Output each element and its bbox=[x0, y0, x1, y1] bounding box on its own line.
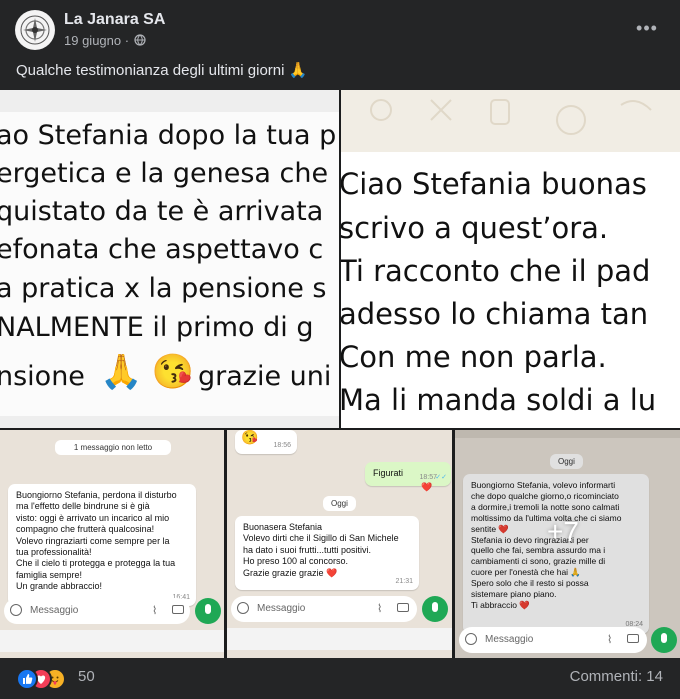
message-time: 18:56 bbox=[273, 441, 291, 449]
photo-2-line: Con me non parla. bbox=[341, 340, 607, 374]
message-line: visto: oggi è arrivato un incarico al mi… bbox=[16, 512, 170, 523]
message-line: famiglia sempre! bbox=[16, 569, 83, 580]
page-name[interactable]: La Janara SA bbox=[64, 11, 165, 29]
mic-button[interactable] bbox=[195, 598, 221, 624]
photo-3[interactable]: 1 messaggio non letto Buongiorno Stefani… bbox=[0, 430, 224, 658]
emoji-icon[interactable] bbox=[237, 602, 249, 614]
mic-icon bbox=[205, 604, 211, 614]
page-avatar[interactable] bbox=[15, 10, 55, 50]
photo-5[interactable]: Oggi Buongiorno Stefania, volevo informa… bbox=[455, 430, 680, 658]
post-caption: Qualche testimonianza degli ultimi giorn… bbox=[16, 62, 308, 79]
globe-icon bbox=[134, 34, 146, 46]
photo-1-line: NALMENTE il primo di g bbox=[0, 312, 314, 343]
photo-1-line: a pratica x la pensione s bbox=[0, 273, 327, 304]
attach-icon[interactable]: ⌇ bbox=[152, 604, 157, 617]
photo-2[interactable]: Ciao Stefania buonas scrivo a quest’ora.… bbox=[341, 90, 680, 428]
input-placeholder: Messaggio bbox=[485, 634, 534, 645]
message-line: Buongiorno Stefania, perdona il disturbo bbox=[16, 490, 177, 500]
message-bubble: Buongiorno Stefania, perdona il disturbo… bbox=[8, 484, 196, 606]
photo-4[interactable]: 😘 18:56 Figurati 18:57 ✓✓ ❤️ Oggi Buonas… bbox=[227, 430, 452, 658]
post-header: La Janara SA 19 giugno · ••• Qualche tes… bbox=[0, 0, 680, 90]
photo-2-line: Ma li manda soldi a lu bbox=[341, 383, 657, 417]
photo-1-line: ao Stefania dopo la tua p bbox=[0, 120, 337, 151]
message-input[interactable]: Messaggio ⌇ bbox=[4, 598, 190, 624]
post-date[interactable]: 19 giugno · bbox=[64, 33, 129, 48]
photo-1-line: quistato da te è arrivata bbox=[0, 196, 324, 227]
kiss-emoji: 😘 bbox=[241, 430, 259, 445]
attach-icon[interactable]: ⌇ bbox=[377, 602, 382, 615]
photo-1-emojis: 🙏 😘 bbox=[100, 353, 195, 391]
message-line: Grazie grazie grazie ❤️ bbox=[243, 567, 338, 578]
keyboard-toolbar bbox=[227, 628, 452, 650]
input-placeholder: Messaggio bbox=[30, 605, 79, 616]
photo-1-line: efonata che aspettavo c bbox=[0, 234, 324, 265]
input-placeholder: Messaggio bbox=[257, 603, 306, 614]
mic-icon bbox=[432, 602, 438, 612]
photo-grid: ao Stefania dopo la tua p ergetica e la … bbox=[0, 90, 680, 658]
day-pill: Oggi bbox=[323, 496, 356, 511]
chat-wallpaper-doodles bbox=[370, 99, 652, 135]
emoji-icon[interactable] bbox=[465, 633, 477, 645]
reaction-count[interactable]: 50 bbox=[78, 668, 95, 685]
sent-bubble: Figurati 18:57 ✓✓ bbox=[365, 462, 451, 486]
message-line: ma l'effetto delle bindrune si è già bbox=[16, 501, 150, 512]
attach-icon[interactable]: ⌇ bbox=[607, 633, 612, 646]
message-line: Un grande abbraccio! bbox=[16, 581, 103, 592]
message-input[interactable]: Messaggio ⌇ bbox=[231, 596, 417, 622]
keyboard-toolbar bbox=[0, 630, 224, 652]
camera-icon[interactable] bbox=[397, 603, 409, 612]
message-line: tua professionalità! bbox=[16, 547, 92, 558]
photo-1-line: ergetica e la genesa che bbox=[0, 158, 329, 189]
message-line: Volevo dirti che il Sigillo di San Miche… bbox=[243, 533, 399, 544]
message-line: compagno che frutterà qualcosina! bbox=[16, 524, 155, 535]
photo-1-line: grazie uni bbox=[198, 361, 332, 392]
message-bubble: Buonasera Stefania Volevo dirti che il S… bbox=[235, 516, 419, 590]
more-options-icon[interactable]: ••• bbox=[634, 18, 660, 38]
emoji-bubble: 😘 18:56 bbox=[235, 430, 297, 454]
message-line: Volevo ringraziarti come sempre per la bbox=[16, 535, 170, 546]
heart-reaction: ❤️ bbox=[421, 482, 433, 492]
photo-2-line: Ti racconto che il pad bbox=[341, 254, 651, 288]
message-input[interactable]: Messaggio ⌇ bbox=[459, 627, 647, 653]
photo-1[interactable]: ao Stefania dopo la tua p ergetica e la … bbox=[0, 90, 339, 428]
post-footer: 50 Commenti: 14 bbox=[0, 658, 680, 699]
message-line: Che il cielo ti protegga e protegga la t… bbox=[16, 558, 176, 569]
mic-icon bbox=[661, 633, 667, 643]
camera-icon[interactable] bbox=[172, 605, 184, 614]
sent-text: Figurati bbox=[373, 468, 404, 478]
photo-2-line: scrivo a quest’ora. bbox=[341, 211, 609, 245]
avatar-logo-icon bbox=[16, 11, 54, 49]
camera-icon[interactable] bbox=[627, 634, 639, 643]
message-line: Buonasera Stefania bbox=[243, 522, 323, 532]
photo-2-line: adesso lo chiama tan bbox=[341, 297, 649, 331]
mic-button[interactable] bbox=[422, 596, 448, 622]
emoji-icon[interactable] bbox=[10, 604, 22, 616]
mic-button[interactable] bbox=[651, 627, 677, 653]
photo-1-line: nsione bbox=[0, 361, 85, 392]
unread-pill: 1 messaggio non letto bbox=[55, 440, 171, 455]
message-time: 21:31 bbox=[395, 577, 413, 585]
like-reaction-icon bbox=[16, 668, 38, 690]
message-line: Ho preso 100 al concorso. bbox=[243, 556, 349, 567]
message-line: ha dato i suoi frutti...tutti positivi. bbox=[243, 544, 372, 555]
read-ticks-icon: ✓✓ bbox=[435, 473, 447, 481]
comments-count[interactable]: Commenti: 14 bbox=[570, 668, 663, 685]
more-photos-count[interactable]: +7 bbox=[547, 516, 579, 548]
photo-2-line: Ciao Stefania buonas bbox=[341, 167, 647, 201]
